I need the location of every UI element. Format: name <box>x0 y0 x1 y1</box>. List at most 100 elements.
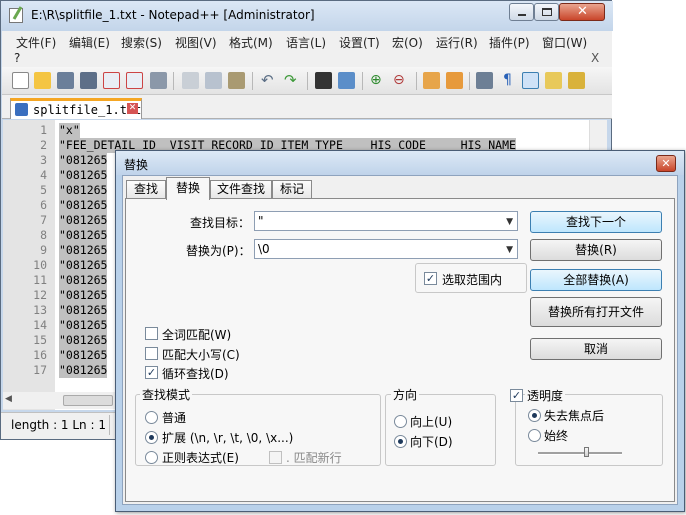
menu-edit[interactable]: 编辑(E) <box>69 34 110 51</box>
whole-word-label: 全词匹配(W) <box>162 328 232 342</box>
menu-run[interactable]: 运行(R) <box>436 34 478 51</box>
menu-search[interactable]: 搜索(S) <box>121 34 162 51</box>
zoom-out-icon[interactable]: ⊖ <box>393 72 410 89</box>
replace-button[interactable]: 替换(R) <box>530 239 662 261</box>
replace-input-value: \0 <box>258 242 270 256</box>
match-case-checkbox[interactable] <box>145 347 158 360</box>
dot-newline-checkbox[interactable] <box>269 451 282 464</box>
line-number: 14 <box>33 318 47 332</box>
whole-word-checkbox[interactable] <box>145 327 158 340</box>
line-number: 15 <box>33 333 47 347</box>
find-input[interactable]: " ▼ <box>254 211 518 231</box>
replace-all-open-files-button[interactable]: 替换所有打开文件 <box>530 297 662 327</box>
direction-down-radio[interactable] <box>394 435 407 448</box>
close-document-button[interactable]: X <box>591 51 599 65</box>
line-number: 12 <box>33 288 47 302</box>
save-all-icon[interactable] <box>80 72 97 89</box>
scroll-thumb[interactable] <box>63 395 113 406</box>
close-all-icon[interactable] <box>126 72 143 89</box>
menu-file[interactable]: 文件(F) <box>16 34 56 51</box>
close-window-button[interactable]: ✕ <box>559 3 605 21</box>
mode-extended-radio[interactable] <box>145 431 158 444</box>
chevron-down-icon[interactable]: ▼ <box>506 213 513 231</box>
in-selection-checkbox[interactable]: ✓ <box>424 272 437 285</box>
word-wrap-icon[interactable] <box>476 72 493 89</box>
replace-all-button[interactable]: 全部替换(A) <box>530 269 662 291</box>
dialog-title-bar[interactable]: 替换 ✕ <box>116 151 684 175</box>
menu-settings[interactable]: 设置(T) <box>339 34 380 51</box>
transparency-always-radio[interactable] <box>528 429 541 442</box>
code-line: "081265 <box>59 288 108 303</box>
new-file-icon[interactable] <box>12 72 29 89</box>
show-all-chars-icon[interactable]: ¶ <box>499 72 516 89</box>
sync-horizontal-icon[interactable] <box>446 72 463 89</box>
horizontal-scrollbar[interactable]: ◀ <box>3 392 123 409</box>
title-bar[interactable]: E:\R\splitfile_1.txt - Notepad++ [Admini… <box>1 1 613 31</box>
code-line: "081265 <box>59 348 108 363</box>
save-icon[interactable] <box>57 72 74 89</box>
undo-icon[interactable]: ↶ <box>261 72 278 89</box>
tab-find-in-files[interactable]: 文件查找 <box>210 180 272 199</box>
menu-format[interactable]: 格式(M) <box>229 34 273 51</box>
print-icon[interactable] <box>150 72 167 89</box>
direction-group <box>385 394 496 466</box>
line-number: 1 <box>40 123 47 137</box>
menu-help[interactable]: ? <box>14 51 20 65</box>
cancel-button[interactable]: 取消 <box>530 338 662 360</box>
find-icon[interactable] <box>315 72 332 89</box>
replace-input[interactable]: \0 ▼ <box>254 239 518 259</box>
chevron-down-icon[interactable]: ▼ <box>506 241 513 259</box>
mode-normal-radio[interactable] <box>145 411 158 424</box>
tab-mark[interactable]: 标记 <box>272 180 312 199</box>
doc-map-icon[interactable] <box>545 72 562 89</box>
paste-icon[interactable] <box>228 72 245 89</box>
redo-icon[interactable]: ↷ <box>284 72 301 89</box>
match-case-label: 匹配大小写(C) <box>162 348 240 362</box>
menu-plugins[interactable]: 插件(P) <box>489 34 530 51</box>
direction-up-radio[interactable] <box>394 415 407 428</box>
find-next-button[interactable]: 查找下一个 <box>530 211 662 233</box>
transparency-lose-focus-radio[interactable] <box>528 409 541 422</box>
replace-icon[interactable] <box>338 72 355 89</box>
app-icon <box>9 6 23 23</box>
code-line: "081265 <box>59 243 108 258</box>
saved-file-icon <box>15 103 28 116</box>
line-number: 3 <box>40 153 47 167</box>
minimize-icon <box>518 14 526 16</box>
dot-newline-label: . 匹配新行 <box>286 451 342 465</box>
menu-language[interactable]: 语言(L) <box>286 34 326 51</box>
dialog-close-button[interactable]: ✕ <box>656 155 676 172</box>
menu-macro[interactable]: 宏(O) <box>392 34 423 51</box>
function-list-icon[interactable] <box>568 72 585 89</box>
code-line: "081265 <box>59 258 108 273</box>
maximize-button[interactable] <box>534 3 559 21</box>
tab-splitfile[interactable]: splitfile_1.txt ✕ <box>10 98 142 119</box>
code-line: "081265 <box>59 168 108 183</box>
tab-replace[interactable]: 替换 <box>166 177 210 200</box>
minimize-button[interactable] <box>509 3 534 21</box>
menu-view[interactable]: 视图(V) <box>175 34 217 51</box>
line-number: 2 <box>40 138 47 152</box>
dialog-title: 替换 <box>124 158 149 172</box>
transparency-checkbox[interactable]: ✓ <box>510 389 523 402</box>
wrap-around-checkbox[interactable]: ✓ <box>145 366 158 379</box>
scroll-left-icon[interactable]: ◀ <box>5 394 12 404</box>
menu-window[interactable]: 窗口(W) <box>542 34 587 51</box>
tab-close-icon[interactable]: ✕ <box>127 103 138 114</box>
indent-guide-icon[interactable] <box>522 72 539 89</box>
close-file-icon[interactable] <box>103 72 120 89</box>
sync-vertical-icon[interactable] <box>423 72 440 89</box>
tab-find[interactable]: 查找 <box>126 180 166 199</box>
line-number: 16 <box>33 348 47 362</box>
mode-regex-radio[interactable] <box>145 451 158 464</box>
line-number: 5 <box>40 183 47 197</box>
transparency-slider-track[interactable] <box>538 452 622 455</box>
open-file-icon[interactable] <box>34 72 51 89</box>
transparency-lose-focus-label: 失去焦点后 <box>544 409 605 423</box>
find-label: 查找目标： <box>190 216 251 230</box>
cut-icon[interactable] <box>182 72 199 89</box>
transparency-slider-thumb[interactable] <box>584 447 589 457</box>
line-number: 7 <box>40 213 47 227</box>
zoom-in-icon[interactable]: ⊕ <box>370 72 387 89</box>
copy-icon[interactable] <box>205 72 222 89</box>
